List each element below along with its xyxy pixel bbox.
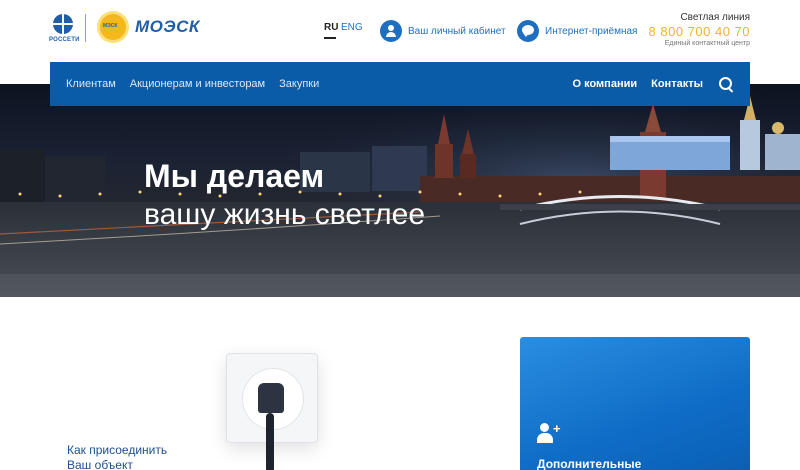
rosseti-globe-icon — [53, 14, 73, 34]
rosseti-logo-text: РОССЕТИ — [49, 37, 80, 43]
card-title: Дополнительные — [537, 457, 642, 470]
nav-item-shareholders[interactable]: Акционерам и инвесторам — [130, 78, 265, 90]
logo-divider — [85, 14, 86, 42]
main-navigation: Клиентам Акционерам и инвесторам Закупки… — [50, 62, 750, 106]
chat-icon — [517, 20, 539, 42]
lang-en[interactable]: ENG — [341, 22, 363, 33]
lang-ru[interactable]: RU — [324, 22, 338, 39]
nav-right-group: О компании Контакты — [573, 76, 735, 92]
additional-services-card[interactable]: + Дополнительные — [520, 337, 750, 470]
site-header: РОССЕТИ МОЭСК RU ENG Ваш личный кабинет … — [0, 0, 800, 62]
hotline-block: Светлая линия 8 800 700 40 70 Единый кон… — [649, 12, 750, 47]
hero-banner: Мы делаем вашу жизнь светлее — [0, 84, 800, 297]
internet-reception-link[interactable]: Интернет-приёмная — [517, 20, 637, 42]
moesk-logo[interactable]: МОЭСК — [100, 14, 200, 40]
personal-account-link[interactable]: Ваш личный кабинет — [380, 20, 506, 42]
add-user-icon: + — [537, 422, 561, 445]
content-section: Как присоединить Ваш объект + Дополнител… — [0, 297, 800, 470]
hotline-phone[interactable]: 8 800 700 40 70 — [649, 24, 750, 39]
connect-line1: Как присоединить — [67, 443, 168, 457]
page: РОССЕТИ МОЭСК RU ENG Ваш личный кабинет … — [0, 0, 800, 470]
nav-item-about[interactable]: О компании — [573, 78, 638, 90]
internet-reception-label: Интернет-приёмная — [545, 25, 638, 37]
hero-title: Мы делаем вашу жизнь светлее — [144, 157, 425, 235]
user-icon — [380, 20, 402, 42]
hotline-subtitle: Единый контактный центр — [664, 40, 750, 47]
connect-line2: Ваш объект — [67, 458, 133, 470]
hero-title-line1: Мы делаем — [144, 158, 325, 194]
nav-item-contacts[interactable]: Контакты — [651, 78, 703, 90]
nav-item-clients[interactable]: Клиентам — [66, 78, 116, 90]
rosseti-logo[interactable]: РОССЕТИ — [49, 14, 80, 43]
plug-cable — [266, 413, 274, 470]
moesk-logo-text: МОЭСК — [135, 17, 200, 36]
how-to-connect-link[interactable]: Как присоединить Ваш объект — [67, 443, 167, 470]
nav-left-group: Клиентам Акционерам и инвесторам Закупки — [66, 78, 319, 90]
search-icon[interactable] — [719, 76, 734, 92]
personal-account-label: Ваш личный кабинет — [408, 25, 506, 37]
hotline-title: Светлая линия — [680, 12, 750, 23]
nav-item-procurement[interactable]: Закупки — [279, 78, 319, 90]
moesk-sun-icon — [100, 14, 126, 40]
hero-title-line2: вашу жизнь светлее — [144, 198, 426, 231]
plug-icon — [258, 383, 284, 413]
